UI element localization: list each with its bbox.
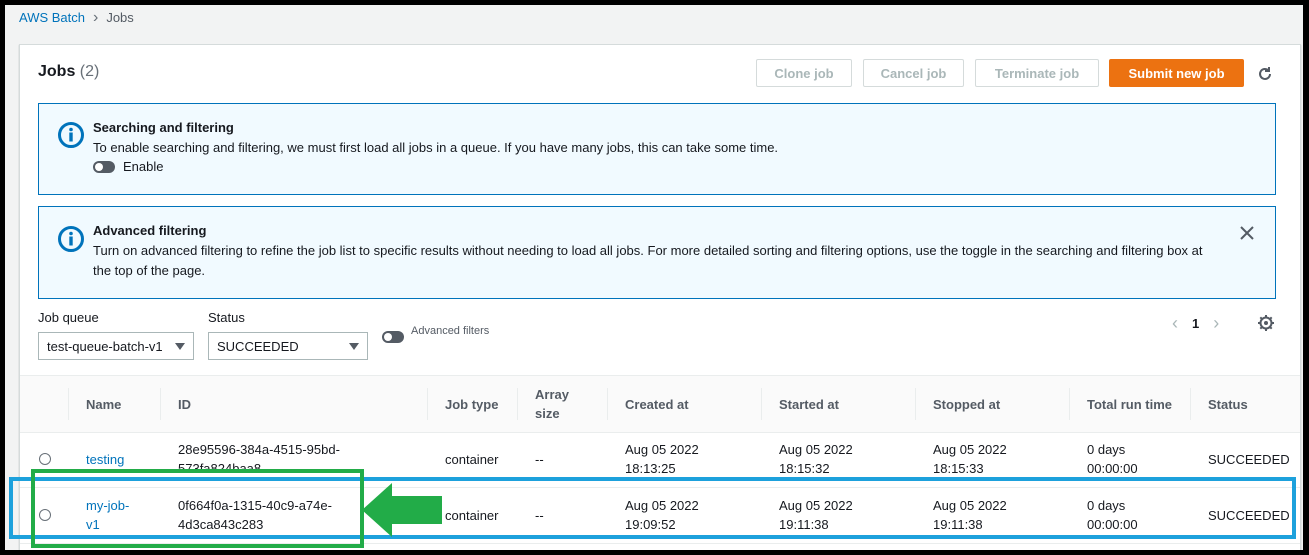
job-type: container: [445, 507, 499, 523]
breadcrumb-aws-batch[interactable]: AWS Batch: [19, 10, 85, 25]
page-title: Jobs (2): [38, 63, 99, 81]
jobs-panel: Jobs (2) Clone job Cancel job Terminate …: [19, 44, 1301, 550]
caret-down-icon: [175, 343, 185, 350]
array-size: --: [535, 507, 544, 523]
table-row[interactable]: testing 28e95596-384a-4515-95bd- 573fa824…: [20, 431, 1300, 488]
terminate-job-button[interactable]: Terminate job: [975, 59, 1099, 87]
table-header: Name ID Job type Array size Created at St…: [20, 375, 1300, 433]
caret-down-icon: [349, 343, 359, 350]
column-array-size[interactable]: Array size: [517, 376, 607, 432]
row-select-radio[interactable]: [39, 453, 51, 465]
column-started-at[interactable]: Started at: [761, 376, 915, 432]
status-select[interactable]: SUCCEEDED: [208, 332, 368, 360]
created-at: Aug 05 2022 18:13:25: [625, 442, 699, 476]
job-queue-select[interactable]: test-queue-batch-v1: [38, 332, 194, 360]
row-select-radio[interactable]: [39, 509, 51, 521]
chevron-right-icon[interactable]: ›: [1213, 313, 1219, 334]
job-name-link[interactable]: testing: [68, 431, 160, 487]
stopped-at: Aug 05 2022 18:15:33: [933, 442, 1007, 476]
info-icon: [58, 226, 84, 252]
job-id: 28e95596-384a-4515-95bd- 573fa824baa8: [178, 442, 340, 476]
column-id[interactable]: ID: [160, 376, 427, 432]
search-filter-alert: Searching and filtering To enable search…: [38, 103, 1276, 195]
advanced-filter-text-line2: the top of the page.: [93, 263, 206, 278]
column-created-at[interactable]: Created at: [607, 376, 761, 432]
breadcrumb: AWS Batch › Jobs: [19, 9, 134, 26]
clone-job-button[interactable]: Clone job: [756, 59, 852, 87]
table-row[interactable]: my-job-v1 0f664f0a-1315-40c9-a74e- 4d3ca8…: [20, 487, 1300, 544]
job-status: SUCCEEDED: [1208, 451, 1290, 467]
array-size: --: [535, 451, 544, 467]
started-at: Aug 05 2022 19:11:38: [779, 498, 853, 532]
advanced-filter-title: Advanced filtering: [93, 223, 207, 238]
started-at: Aug 05 2022 18:15:32: [779, 442, 853, 476]
page: AWS Batch › Jobs Jobs (2) Clone job Canc…: [5, 5, 1303, 550]
advanced-filter-alert: Advanced filtering Turn on advanced filt…: [38, 206, 1276, 299]
enable-toggle-row: Enable: [93, 159, 163, 174]
cancel-job-button[interactable]: Cancel job: [863, 59, 964, 87]
column-stopped-at[interactable]: Stopped at: [915, 376, 1069, 432]
advanced-filter-text-line1: Turn on advanced filtering to refine the…: [93, 243, 1203, 258]
job-queue-label: Job queue: [38, 310, 99, 325]
total-run-time: 0 days 00:00:00: [1087, 498, 1138, 532]
close-icon[interactable]: [1239, 225, 1255, 241]
search-filter-text: To enable searching and filtering, we mu…: [93, 140, 779, 155]
chevron-left-icon[interactable]: ‹: [1172, 313, 1178, 334]
column-job-type[interactable]: Job type: [427, 376, 517, 432]
job-queue-value: test-queue-batch-v1: [47, 338, 163, 354]
chevron-right-icon: ›: [92, 9, 99, 26]
status-label: Status: [208, 310, 245, 325]
advanced-filters-toggle-row: Advanced filters: [382, 325, 489, 343]
submit-new-job-button[interactable]: Submit new job: [1109, 59, 1244, 87]
advanced-filters-label: Advanced filters: [411, 325, 490, 337]
job-id: 0f664f0a-1315-40c9-a74e- 4d3ca843c283: [178, 498, 332, 532]
job-name-link[interactable]: my-job-v1: [68, 487, 160, 543]
stopped-at: Aug 05 2022 19:11:38: [933, 498, 1007, 532]
status-value: SUCCEEDED: [217, 338, 299, 354]
title-text: Jobs: [38, 63, 76, 80]
enable-label: Enable: [123, 159, 164, 174]
job-type: container: [445, 451, 499, 467]
breadcrumb-jobs: Jobs: [106, 10, 134, 25]
info-icon: [58, 122, 84, 148]
refresh-icon[interactable]: [1254, 63, 1276, 85]
column-total-run-time[interactable]: Total run time: [1069, 376, 1190, 432]
gear-icon[interactable]: [1257, 314, 1275, 332]
job-status: SUCCEEDED: [1208, 507, 1290, 523]
advanced-filters-toggle[interactable]: [382, 331, 404, 343]
pagination: ‹ 1 ›: [1172, 313, 1219, 334]
search-filter-title: Searching and filtering: [93, 120, 234, 135]
total-run-time: 0 days 00:00:00: [1087, 442, 1138, 476]
job-count: (2): [79, 63, 100, 80]
column-name[interactable]: Name: [68, 376, 160, 432]
column-status[interactable]: Status: [1190, 376, 1300, 432]
page-number[interactable]: 1: [1192, 316, 1199, 331]
enable-toggle[interactable]: [93, 160, 115, 173]
created-at: Aug 05 2022 19:09:52: [625, 498, 699, 532]
